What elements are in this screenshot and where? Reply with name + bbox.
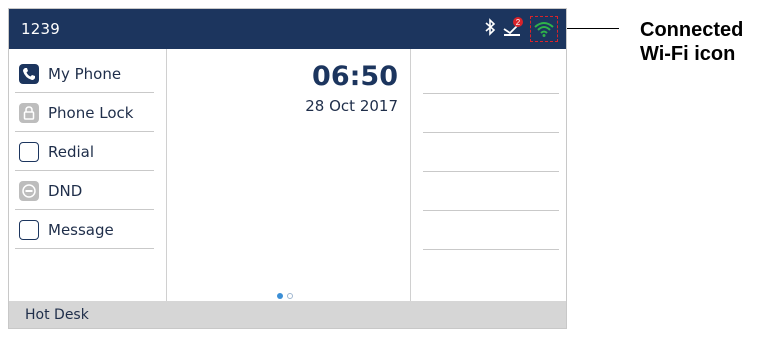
missed-call-icon[interactable]: 2 [502, 16, 524, 42]
divider [423, 249, 559, 250]
clock-time: 06:50 [312, 61, 398, 92]
status-icons: 2 [484, 15, 558, 43]
key-my-phone[interactable]: My Phone [15, 55, 154, 93]
callout-line1: Connected [640, 19, 744, 41]
key-label: DND [48, 181, 83, 200]
home-panel: 06:50 28 Oct 2017 [167, 49, 411, 301]
page-dot-inactive [287, 293, 293, 299]
key-redial[interactable]: Redial [15, 133, 154, 171]
missed-call-count: 2 [516, 18, 521, 27]
bluetooth-icon [484, 17, 496, 41]
dnd-icon [19, 180, 39, 201]
key-phone-lock[interactable]: Phone Lock [15, 94, 154, 132]
page-dot-active [277, 293, 283, 299]
callout-line [567, 28, 619, 29]
key-label: Phone Lock [48, 103, 134, 122]
empty-key-icon [19, 141, 39, 162]
softkey-hot-desk[interactable]: Hot Desk [25, 307, 89, 323]
key-message[interactable]: Message [15, 211, 154, 249]
key-label: Message [48, 220, 114, 239]
divider [423, 93, 559, 94]
wifi-icon[interactable] [530, 16, 558, 42]
right-key-panel [411, 49, 566, 301]
divider [423, 210, 559, 211]
key-dnd[interactable]: DND [15, 172, 154, 210]
phone-screen: 1239 2 My Phone Phone Lock Redial DND Me… [8, 8, 567, 329]
status-bar: 1239 2 [9, 9, 566, 49]
callout-label: Connected Wi-Fi icon [640, 18, 743, 66]
extension-number: 1239 [21, 20, 60, 38]
key-label: My Phone [48, 64, 122, 83]
softkey-bar: Hot Desk [9, 301, 566, 328]
lock-icon [19, 102, 39, 123]
key-label: Redial [48, 142, 95, 161]
divider [423, 132, 559, 133]
empty-key-icon [19, 219, 39, 240]
divider [423, 171, 559, 172]
clock-date: 28 Oct 2017 [305, 97, 398, 115]
programmable-keys: My Phone Phone Lock Redial DND Message [9, 49, 167, 301]
phone-icon [19, 63, 39, 84]
callout-line2: Wi-Fi icon [640, 43, 736, 65]
page-indicator [277, 293, 293, 299]
